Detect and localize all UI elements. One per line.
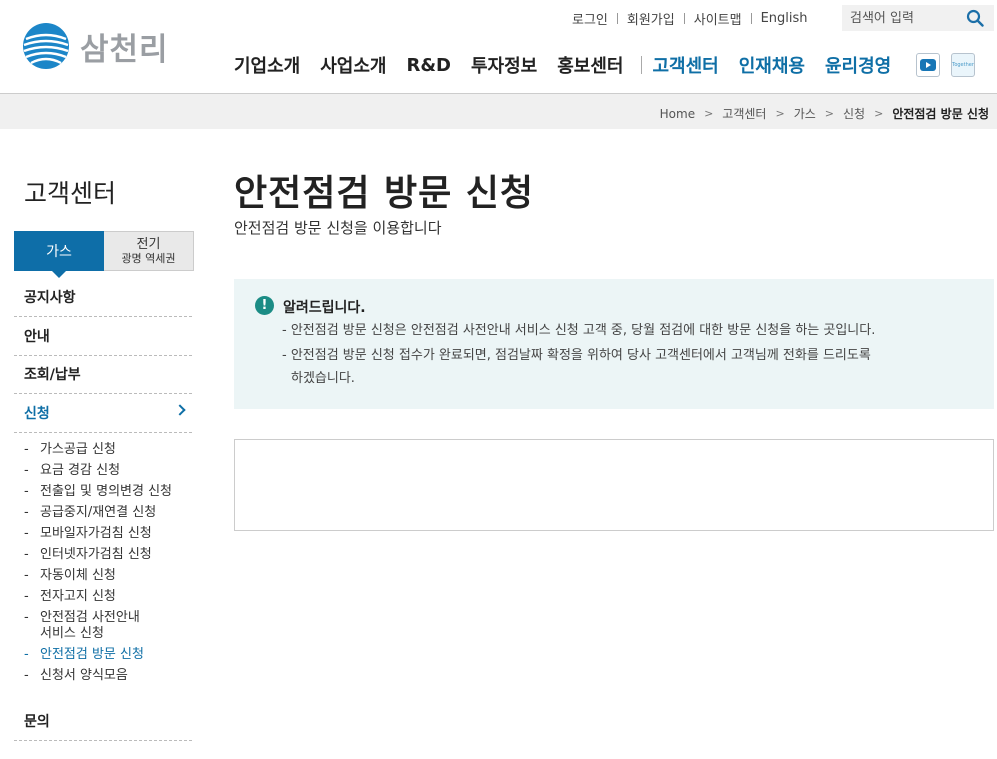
blog-icon-text: Together	[952, 62, 974, 68]
gnb-ethics[interactable]: 윤리경영	[825, 52, 891, 78]
sidebar-item-guide[interactable]: 안내	[14, 317, 192, 356]
youtube-icon[interactable]	[916, 53, 940, 77]
submenu-item-cont[interactable]: 서비스 신청	[24, 626, 104, 641]
logo-globe-icon	[23, 23, 69, 69]
breadcrumb-apply[interactable]: 신청	[843, 105, 865, 122]
content-box	[234, 439, 994, 531]
submenu-label: 요금 경감 신청	[40, 463, 121, 478]
breadcrumb-current: 안전점검 방문 신청	[892, 107, 989, 121]
submenu-item[interactable]: - 공급중지/재연결 신청	[24, 505, 156, 520]
sidebar-item-payment[interactable]: 조회/납부	[14, 355, 192, 394]
submenu-item[interactable]: - 가스공급 신청	[24, 442, 116, 457]
submenu-label: 전자고지 신청	[40, 589, 116, 604]
gnb-business[interactable]: 사업소개	[320, 52, 386, 78]
blog-icon[interactable]: Together	[951, 53, 975, 77]
tab-electric-label: 전기	[136, 237, 161, 252]
breadcrumb-bar: Home > 고객센터 > 가스 > 신청 > 안전점검 방문 신청	[0, 93, 997, 129]
tab-gas[interactable]: 가스	[14, 231, 104, 278]
page-subtitle: 안전점검 방문 신청을 이용합니다	[234, 219, 442, 237]
site-logo[interactable]: 삼천리	[22, 22, 169, 70]
sitemap-link[interactable]: 사이트맵	[694, 9, 742, 28]
search-input[interactable]	[850, 10, 962, 26]
chevron-right-icon: >	[874, 107, 884, 120]
sidebar-item-notice[interactable]: 공지사항	[14, 278, 192, 317]
utility-links: 로그인 회원가입 사이트맵 English	[572, 9, 808, 28]
submenu-label: 안전점검 방문 신청	[40, 647, 144, 662]
login-link[interactable]: 로그인	[572, 9, 608, 28]
notice-line: - 안전점검 방문 신청은 안전점검 사전안내 서비스 신청 고객 중, 당월 …	[282, 323, 876, 338]
submenu-item[interactable]: - 요금 경감 신청	[24, 463, 120, 478]
exclamation-icon: !	[255, 296, 274, 315]
submenu-item[interactable]: - 자동이체 신청	[24, 568, 116, 583]
breadcrumb: Home > 고객센터 > 가스 > 신청 > 안전점검 방문 신청	[660, 105, 989, 122]
sidebar-item-label: 안내	[24, 329, 50, 345]
sidebar-item-label: 조회/납부	[24, 367, 81, 383]
gnb-divider	[640, 56, 642, 74]
submenu-label: 신청서 양식모음	[40, 668, 128, 683]
sidebar-item-apply[interactable]: 신청	[14, 394, 192, 433]
notice-box: ! 알려드립니다. - 안전점검 방문 신청은 안전점검 사전안내 서비스 신청…	[234, 279, 994, 409]
notice-line: - 안전점검 방문 신청 접수가 완료되면, 점검날짜 확정을 위하여 당사 고…	[282, 348, 871, 363]
gnb-pr[interactable]: 홍보센터	[557, 52, 623, 78]
submenu-item[interactable]: - 전자고지 신청	[24, 589, 116, 604]
search-box	[842, 5, 994, 31]
sidebar-item-label: 공지사항	[24, 290, 76, 306]
sidebar-tabs: 가스 전기 광명 역세권	[14, 231, 194, 278]
submenu-label: 가스공급 신청	[40, 442, 116, 457]
submenu-item[interactable]: - 모바일자가검침 신청	[24, 526, 152, 541]
submenu-item-active[interactable]: - 안전점검 방문 신청	[24, 647, 144, 662]
gnb-rnd[interactable]: R&D	[407, 55, 452, 76]
breadcrumb-customer[interactable]: 고객센터	[722, 105, 766, 122]
tab-electric-sublabel: 광명 역세권	[121, 252, 176, 265]
submenu-label: 안전점검 사전안내	[40, 610, 140, 625]
chevron-right-icon: >	[775, 107, 785, 120]
submenu-item[interactable]: - 안전점검 사전안내	[24, 610, 140, 625]
breadcrumb-home[interactable]: Home	[660, 107, 695, 121]
logo-text: 삼천리	[80, 31, 169, 68]
sidebar-item-inquiry[interactable]: 문의	[14, 702, 192, 741]
sidebar-item-label: 신청	[24, 406, 50, 422]
notice-line: 하겠습니다.	[291, 371, 355, 386]
chevron-right-icon	[174, 404, 186, 416]
notice-title: 알려드립니다.	[283, 300, 366, 316]
submenu-label: 전출입 및 명의변경 신청	[40, 484, 172, 499]
submenu-item[interactable]: - 전출입 및 명의변경 신청	[24, 484, 172, 499]
page-title: 안전점검 방문 신청	[234, 173, 535, 214]
tab-electric[interactable]: 전기 광명 역세권	[104, 231, 194, 271]
global-nav: 기업소개 사업소개 R&D 투자정보 홍보센터 고객센터 인재채용 윤리경영	[234, 52, 911, 78]
breadcrumb-gas[interactable]: 가스	[794, 105, 816, 122]
tab-gas-label: 가스	[46, 244, 72, 260]
gnb-careers[interactable]: 인재채용	[739, 52, 805, 78]
gnb-company[interactable]: 기업소개	[234, 52, 300, 78]
chevron-right-icon: >	[824, 107, 834, 120]
submenu-item[interactable]: - 인터넷자가검침 신청	[24, 547, 152, 562]
sidebar-item-label: 문의	[24, 714, 50, 730]
util-divider	[683, 13, 685, 24]
submenu-label: 서비스 신청	[40, 626, 104, 641]
chevron-right-icon: >	[704, 107, 714, 120]
submenu-label: 공급중지/재연결 신청	[40, 505, 157, 520]
sidebar-title: 고객센터	[24, 179, 117, 208]
submenu-label: 인터넷자가검침 신청	[40, 547, 152, 562]
signup-link[interactable]: 회원가입	[627, 9, 675, 28]
search-icon[interactable]	[966, 9, 984, 27]
submenu-item[interactable]: - 신청서 양식모음	[24, 668, 128, 683]
gnb-investor[interactable]: 투자정보	[471, 52, 537, 78]
submenu-label: 모바일자가검침 신청	[40, 526, 152, 541]
util-divider	[616, 13, 618, 24]
gnb-customer[interactable]: 고객센터	[653, 52, 719, 78]
english-link[interactable]: English	[761, 11, 808, 26]
submenu-label: 자동이체 신청	[40, 568, 116, 583]
util-divider	[750, 13, 752, 24]
